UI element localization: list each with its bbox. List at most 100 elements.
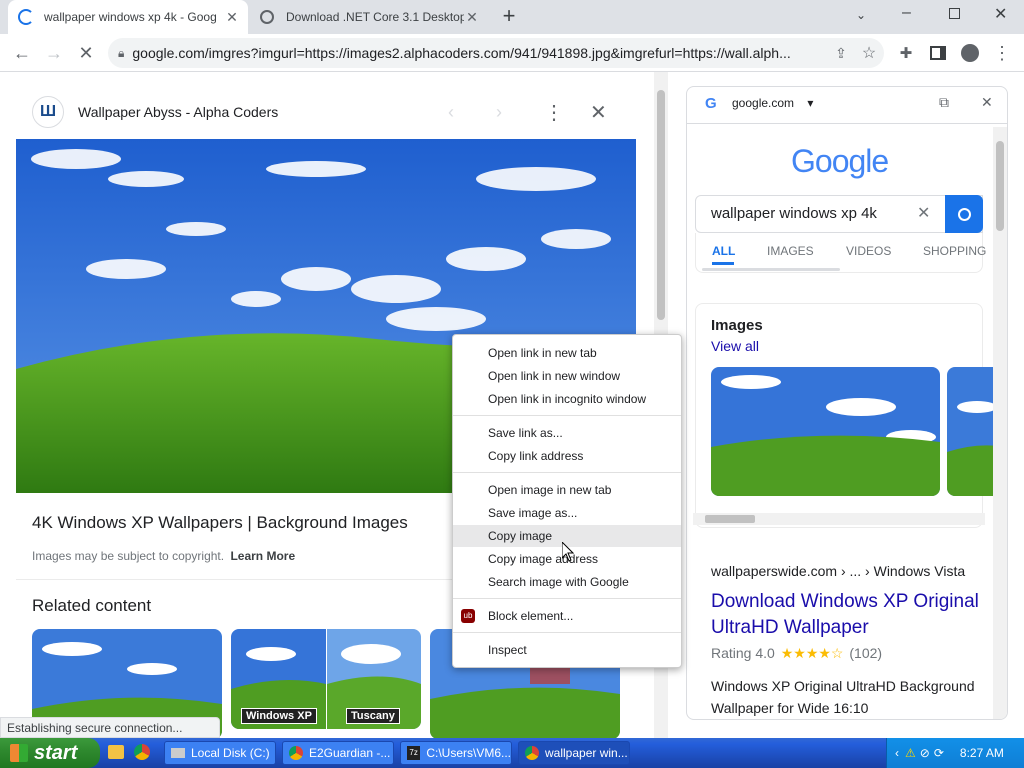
clear-search-icon[interactable]: ✕ [917,203,930,223]
prev-image-icon[interactable]: ‹ [448,102,454,123]
close-window-button[interactable]: ✕ [994,4,1007,24]
menu-block-element[interactable]: Block element... [453,605,681,627]
extensions-icon[interactable]: ✚ [892,34,920,72]
result-breadcrumb[interactable]: wallpaperswide.com › ... › Windows Vista [711,563,965,579]
image-title[interactable]: 4K Windows XP Wallpapers | Background Im… [32,513,408,533]
panel-tab-shopping[interactable]: SHOPPING [923,244,986,258]
panel-tab-all[interactable]: ALL [712,244,735,258]
panel-tab-videos[interactable]: VIDEOS [846,244,891,258]
menu-save-image-as[interactable]: Save image as... [453,502,681,524]
menu-search-image-google[interactable]: Search image with Google [453,571,681,593]
rating-count: (102) [849,645,883,661]
panel-tabs: ALL IMAGES VIDEOS SHOPPING [695,233,986,273]
viewer-scrollbar-thumb[interactable] [657,90,665,320]
panel-search-input[interactable]: wallpaper windows xp 4k [711,205,877,222]
tab-strip: wallpaper windows xp 4k - Goog ✕ Downloa… [0,0,1024,34]
menu-open-link-incognito[interactable]: Open link in incognito window [453,388,681,410]
side-panel-icon[interactable] [924,34,952,72]
sync-icon[interactable]: ⟳ [934,746,944,760]
toolbar: ← → ✕ 🔒︎ google.com/imgres?imgurl=https:… [0,34,1024,72]
minimize-button[interactable]: – [902,4,911,22]
drive-icon [171,748,185,758]
images-scrollbar[interactable] [693,513,985,525]
menu-open-link-new-tab[interactable]: Open link in new tab [453,342,681,364]
panel-tabs-scrollbar[interactable] [702,268,840,271]
taskbar-local-disk[interactable]: Local Disk (C:) [164,741,276,765]
tab-close-icon[interactable]: ✕ [464,9,480,26]
more-options-icon[interactable]: ⋮ [544,100,564,125]
taskbar-7zip[interactable]: 7z C:\Users\VM6... [400,741,512,765]
chrome-icon [289,746,303,760]
menu-separator [453,415,681,416]
panel-tab-indicator [712,262,734,265]
tray-expand-icon[interactable]: ‹ [895,746,899,760]
panel-scrollbar-thumb[interactable] [996,141,1004,231]
menu-separator [453,632,681,633]
panel-tab-images[interactable]: IMAGES [767,244,814,258]
new-tab-button[interactable]: + [498,5,520,28]
source-name[interactable]: Wallpaper Abyss - Alpha Coders [78,104,278,120]
panel-site-select[interactable]: google.com ▾ [732,96,813,110]
google-logo: Google [791,143,889,179]
menu-kebab-icon[interactable]: ⋮ [988,34,1016,72]
panel-image-result-1[interactable] [711,367,940,496]
7zip-icon: 7z [407,746,421,760]
next-image-icon[interactable]: › [496,102,502,123]
quicklaunch-chrome-icon[interactable] [134,744,150,760]
clock: 8:27 AM [959,746,1004,760]
close-panel-icon[interactable]: ✕ [981,94,993,111]
quicklaunch-folder-icon[interactable] [108,745,124,759]
menu-copy-link-address[interactable]: Copy link address [453,445,681,467]
stop-button[interactable]: ✕ [72,34,100,72]
google-g-icon: G [705,95,717,112]
forward-button[interactable]: → [40,34,68,72]
side-search-panel: G google.com ▾ ⧉ ✕ Google wallpaper wind… [686,86,1008,720]
search-button[interactable] [945,195,983,233]
back-button[interactable]: ← [8,34,36,72]
menu-inspect[interactable]: Inspect [453,639,681,661]
learn-more-link[interactable]: Learn More [230,549,295,563]
close-viewer-icon[interactable]: ✕ [590,100,607,125]
tab-title: Download .NET Core 3.1 Desktop [286,10,464,24]
menu-open-link-new-window[interactable]: Open link in new window [453,365,681,387]
related-thumb-2[interactable]: Windows XP Tuscany [231,629,421,729]
images-heading: Images [711,317,763,334]
taskbar [0,738,1024,768]
chrome-icon [525,746,539,760]
profile-avatar[interactable] [956,34,984,72]
loading-spinner-icon [18,9,34,25]
taskbar-label: E2Guardian -... [309,746,391,760]
open-in-tab-icon[interactable]: ⧉ [939,94,949,111]
panel-scrollbar[interactable] [993,127,1007,719]
result-snippet: Windows XP Original UltraHD Background W… [711,678,975,716]
restore-button[interactable] [949,8,960,19]
search-icon [957,207,971,221]
windows-logo-icon [10,744,28,762]
omnibox[interactable]: 🔒︎ google.com/imgres?imgurl=https://imag… [108,38,884,68]
tab-close-icon[interactable]: ✕ [224,9,240,26]
taskbar-label: C:\Users\VM6... [426,746,511,760]
images-scrollbar-thumb[interactable] [705,515,755,523]
view-all-link[interactable]: View all [711,338,759,354]
tab-search-icon[interactable]: ⌄ [856,8,866,22]
tab-inactive[interactable]: Download .NET Core 3.1 Desktop ✕ [250,0,488,34]
taskbar-chrome-wallpaper[interactable]: wallpaper win... [518,741,630,765]
bookmark-star-icon[interactable]: ☆ [854,43,884,63]
start-button[interactable]: start [0,738,100,768]
menu-separator [453,472,681,473]
tab-active[interactable]: wallpaper windows xp 4k - Goog ✕ [8,0,248,34]
warning-icon[interactable]: ⚠ [905,746,916,760]
share-icon[interactable]: ⇪ [828,45,854,62]
menu-separator [453,598,681,599]
status-bar: Establishing secure connection... [0,717,220,738]
lock-icon[interactable]: 🔒︎ [118,46,124,61]
dropdown-caret-icon: ▾ [807,96,814,110]
network-icon[interactable]: ⊘ [920,746,930,760]
menu-open-image-new-tab[interactable]: Open image in new tab [453,479,681,501]
related-label-tuscany: Tuscany [346,708,400,724]
divider [16,579,456,580]
system-tray: ‹ ⚠ ⊘ ⟳ 8:27 AM [886,738,1024,768]
result-title[interactable]: Download Windows XP Original UltraHD Wal… [711,589,981,641]
menu-save-link-as[interactable]: Save link as... [453,422,681,444]
taskbar-e2guardian[interactable]: E2Guardian -... [282,741,394,765]
